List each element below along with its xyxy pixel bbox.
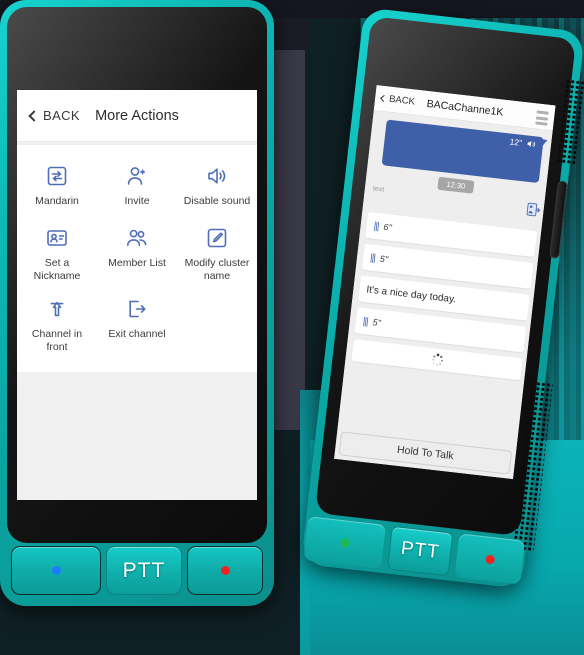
action-invite[interactable]: Invite bbox=[97, 155, 177, 217]
right-indicator-button[interactable] bbox=[187, 546, 263, 595]
bubble-tail bbox=[541, 139, 548, 149]
id-card-icon bbox=[45, 226, 69, 250]
actions-row: Mandarin Invite Disable sound bbox=[17, 155, 257, 217]
actions-row: Channel in front Exit channel bbox=[17, 288, 257, 359]
speaker-wave-icon bbox=[527, 141, 536, 148]
bubble-meta: 12" bbox=[509, 137, 536, 150]
action-label: Mandarin bbox=[35, 195, 79, 207]
language-switch-icon bbox=[45, 164, 69, 188]
action-label: Exit channel bbox=[108, 328, 166, 341]
waveform-icon: ||| bbox=[373, 220, 380, 232]
menu-header: BACK More Actions bbox=[17, 90, 257, 142]
voice-duration: 6" bbox=[382, 221, 393, 233]
green-indicator-dot bbox=[339, 537, 350, 548]
action-disable-sound[interactable]: Disable sound bbox=[177, 155, 257, 217]
action-empty-slot bbox=[177, 288, 257, 359]
chevron-left-icon bbox=[380, 94, 388, 103]
action-label: Modify cluster name bbox=[184, 257, 250, 283]
action-label: Disable sound bbox=[183, 195, 251, 207]
left-device-keypad: PTT bbox=[7, 546, 267, 599]
ptt-button[interactable]: PTT bbox=[386, 525, 454, 577]
speaker-icon bbox=[205, 164, 229, 188]
spinner-icon bbox=[428, 348, 445, 371]
left-device: BACK More Actions Mandarin Invite Disabl… bbox=[0, 0, 274, 606]
action-modify-cluster-name[interactable]: Modify cluster name bbox=[177, 217, 257, 288]
red-indicator-dot bbox=[220, 566, 230, 575]
voice-duration: 5" bbox=[379, 253, 389, 265]
actions-row: Set a Nickname Member List Modify cluste… bbox=[17, 217, 257, 288]
page-title: More Actions bbox=[95, 107, 179, 124]
left-indicator-button[interactable] bbox=[11, 546, 101, 595]
action-label: Invite bbox=[124, 195, 150, 207]
action-label: Set a Nickname bbox=[33, 257, 81, 283]
people-group-icon bbox=[125, 226, 149, 250]
exit-door-icon bbox=[125, 297, 149, 321]
back-button[interactable]: BACK bbox=[380, 93, 416, 108]
back-label: BACK bbox=[388, 93, 416, 108]
action-member-list[interactable]: Member List bbox=[97, 217, 177, 288]
action-label: Member List bbox=[108, 257, 166, 269]
right-indicator-button[interactable] bbox=[454, 533, 526, 585]
document-share-icon[interactable] bbox=[525, 201, 543, 219]
arrow-up-box-icon bbox=[45, 297, 69, 321]
ptt-button[interactable]: PTT bbox=[106, 546, 182, 595]
action-set-nickname[interactable]: Set a Nickname bbox=[17, 217, 97, 288]
waveform-icon: ||| bbox=[362, 315, 369, 328]
person-add-icon bbox=[125, 164, 149, 188]
channel-name: BACaChanne1K bbox=[426, 97, 505, 119]
red-indicator-dot bbox=[484, 553, 495, 564]
blue-indicator-dot bbox=[51, 566, 61, 575]
message-text: It's a nice day today. bbox=[365, 283, 457, 305]
pencil-edit-icon bbox=[205, 226, 229, 250]
voice-duration: 5" bbox=[372, 317, 382, 329]
action-exit-channel[interactable]: Exit channel bbox=[97, 288, 177, 359]
action-mandarin[interactable]: Mandarin bbox=[17, 155, 97, 217]
hamburger-menu-icon[interactable] bbox=[535, 110, 549, 128]
actions-grid: Mandarin Invite Disable sound Set a Nick… bbox=[17, 145, 257, 372]
waveform-icon: ||| bbox=[369, 252, 376, 264]
action-channel-in-front[interactable]: Channel in front bbox=[17, 288, 97, 359]
left-indicator-button[interactable] bbox=[303, 516, 386, 569]
action-label: Channel in front bbox=[31, 328, 83, 354]
voice-duration: 12" bbox=[509, 136, 523, 148]
outgoing-voice-bubble[interactable]: 12" bbox=[381, 119, 544, 184]
empty-content-area bbox=[17, 371, 257, 500]
left-device-screen[interactable]: BACK More Actions Mandarin Invite Disabl… bbox=[17, 90, 257, 500]
